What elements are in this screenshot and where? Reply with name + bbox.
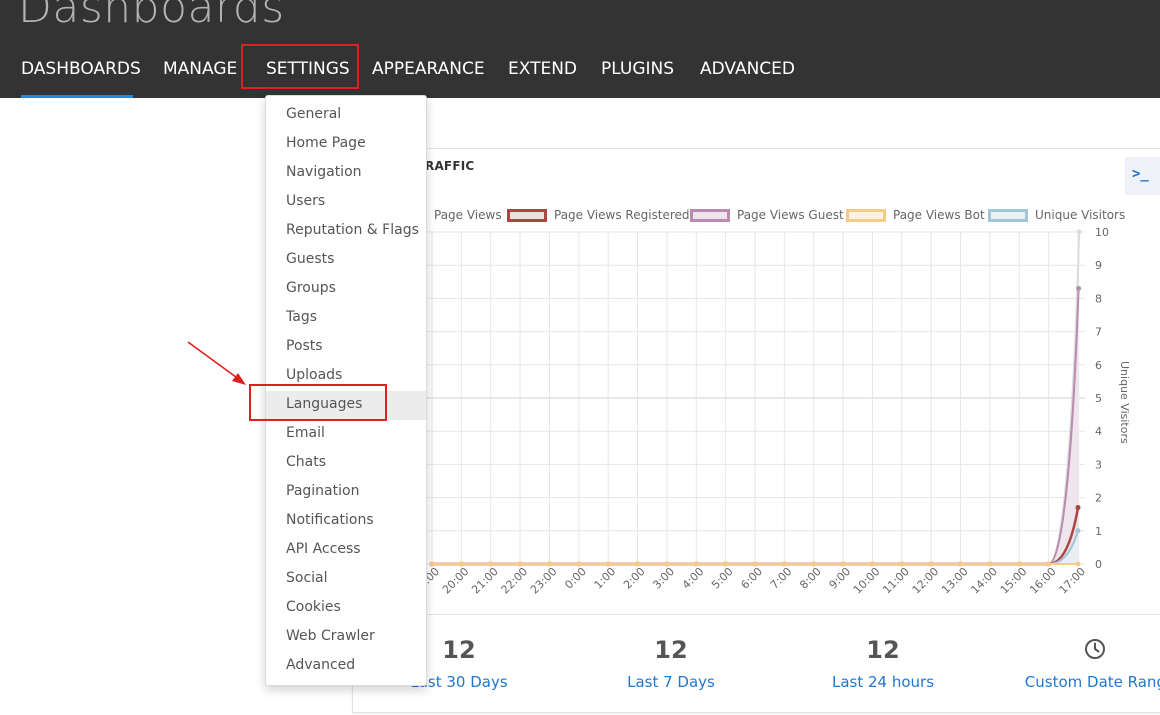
y-tick-label: 3 [1095, 458, 1102, 471]
x-tick-label: 5:00 [709, 565, 736, 592]
x-tick-label: 0:00 [562, 565, 589, 592]
tab-extend[interactable]: EXTEND [508, 59, 577, 81]
y-tick-label: 4 [1095, 425, 1102, 438]
settings-menu-item-social[interactable]: Social [266, 565, 426, 594]
y-tick-label: 8 [1095, 292, 1102, 305]
y-tick-label: 10 [1095, 226, 1109, 239]
settings-menu-item-pagination[interactable]: Pagination [266, 478, 426, 507]
y-tick-label: 1 [1095, 525, 1102, 538]
stat-value-7-days: 12 [654, 636, 688, 664]
admin-header: Dashboards DASHBOARDS MANAGE SETTINGS AP… [0, 0, 1160, 98]
x-tick-label: 23:00 [528, 565, 560, 597]
settings-menu-item-chats[interactable]: Chats [266, 449, 426, 478]
settings-menu-item-notifications[interactable]: Notifications [266, 507, 426, 536]
settings-menu-item-cookies[interactable]: Cookies [266, 594, 426, 623]
x-tick-label: 1:00 [592, 565, 619, 592]
x-tick-label: 17:00 [1057, 565, 1089, 597]
y-axis-title: Unique Visitors [1118, 361, 1131, 444]
settings-menu-item-email[interactable]: Email [266, 420, 426, 449]
x-tick-label: 7:00 [768, 565, 795, 592]
settings-menu-item-advanced[interactable]: Advanced [266, 652, 426, 681]
x-tick-label: 20:00 [440, 565, 472, 597]
settings-menu-item-api-access[interactable]: API Access [266, 536, 426, 565]
x-tick-label: 8:00 [797, 565, 824, 592]
traffic-panel: RAFFIC >_ Page Views Page Views Register… [352, 148, 1160, 713]
settings-menu-item-guests[interactable]: Guests [266, 246, 426, 275]
data-point [1075, 505, 1081, 511]
y-tick-label: 6 [1095, 359, 1102, 372]
x-tick-label: 15:00 [998, 565, 1030, 597]
x-tick-label: 14:00 [968, 565, 1000, 597]
x-tick-label: 12:00 [910, 565, 942, 597]
x-tick-label: 3:00 [650, 565, 677, 592]
data-point [1076, 229, 1082, 235]
annotation-arrow-icon [187, 341, 246, 385]
settings-menu-item-groups[interactable]: Groups [266, 275, 426, 304]
traffic-chart: 012345678910Unique Visitors19:0020:0021:… [353, 226, 1131, 597]
stat-link-custom-date-range[interactable]: Custom Date Range [1020, 673, 1160, 691]
y-tick-label: 9 [1095, 259, 1102, 272]
page-title: Dashboards [18, 0, 285, 33]
tab-manage[interactable]: MANAGE [163, 59, 237, 81]
stat-link-last-24-hours[interactable]: Last 24 hours [803, 673, 963, 691]
settings-menu-item-posts[interactable]: Posts [266, 333, 426, 362]
y-tick-label: 7 [1095, 326, 1102, 339]
y-tick-label: 2 [1095, 492, 1102, 505]
settings-menu-item-general[interactable]: General [266, 101, 426, 130]
x-tick-label: 9:00 [827, 565, 854, 592]
x-tick-label: 2:00 [621, 565, 648, 592]
settings-menu-item-users[interactable]: Users [266, 188, 426, 217]
x-tick-label: 21:00 [469, 565, 501, 597]
settings-menu-item-reputation-flags[interactable]: Reputation & Flags [266, 217, 426, 246]
x-tick-label: 22:00 [499, 565, 531, 597]
x-tick-label: 10:00 [851, 565, 883, 597]
x-tick-label: 16:00 [1027, 565, 1059, 597]
settings-menu-item-navigation[interactable]: Navigation [266, 159, 426, 188]
tab-plugins[interactable]: PLUGINS [601, 59, 674, 81]
stat-value-24-hours: 12 [866, 636, 900, 664]
tab-advanced[interactable]: ADVANCED [700, 59, 795, 81]
page: Dashboards DASHBOARDS MANAGE SETTINGS AP… [0, 0, 1160, 715]
x-tick-label: 11:00 [880, 565, 912, 597]
stat-link-last-7-days[interactable]: Last 7 Days [591, 673, 751, 691]
x-tick-label: 4:00 [680, 565, 707, 592]
data-point [1076, 285, 1082, 291]
settings-menu-item-home-page[interactable]: Home Page [266, 130, 426, 159]
settings-tab-highlight-box [241, 44, 359, 89]
x-tick-label: 13:00 [939, 565, 971, 597]
active-tab-indicator [21, 95, 133, 98]
panel-divider [353, 614, 1160, 615]
data-point [1075, 528, 1081, 534]
y-tick-label: 5 [1095, 392, 1102, 405]
tab-appearance[interactable]: APPEARANCE [372, 59, 485, 81]
tab-dashboards[interactable]: DASHBOARDS [21, 59, 141, 81]
clock-icon[interactable] [1084, 638, 1106, 660]
y-tick-label: 0 [1095, 558, 1102, 571]
x-tick-label: 6:00 [738, 565, 765, 592]
settings-menu-item-web-crawler[interactable]: Web Crawler [266, 623, 426, 652]
languages-highlight-box [249, 384, 387, 421]
settings-menu-item-tags[interactable]: Tags [266, 304, 426, 333]
